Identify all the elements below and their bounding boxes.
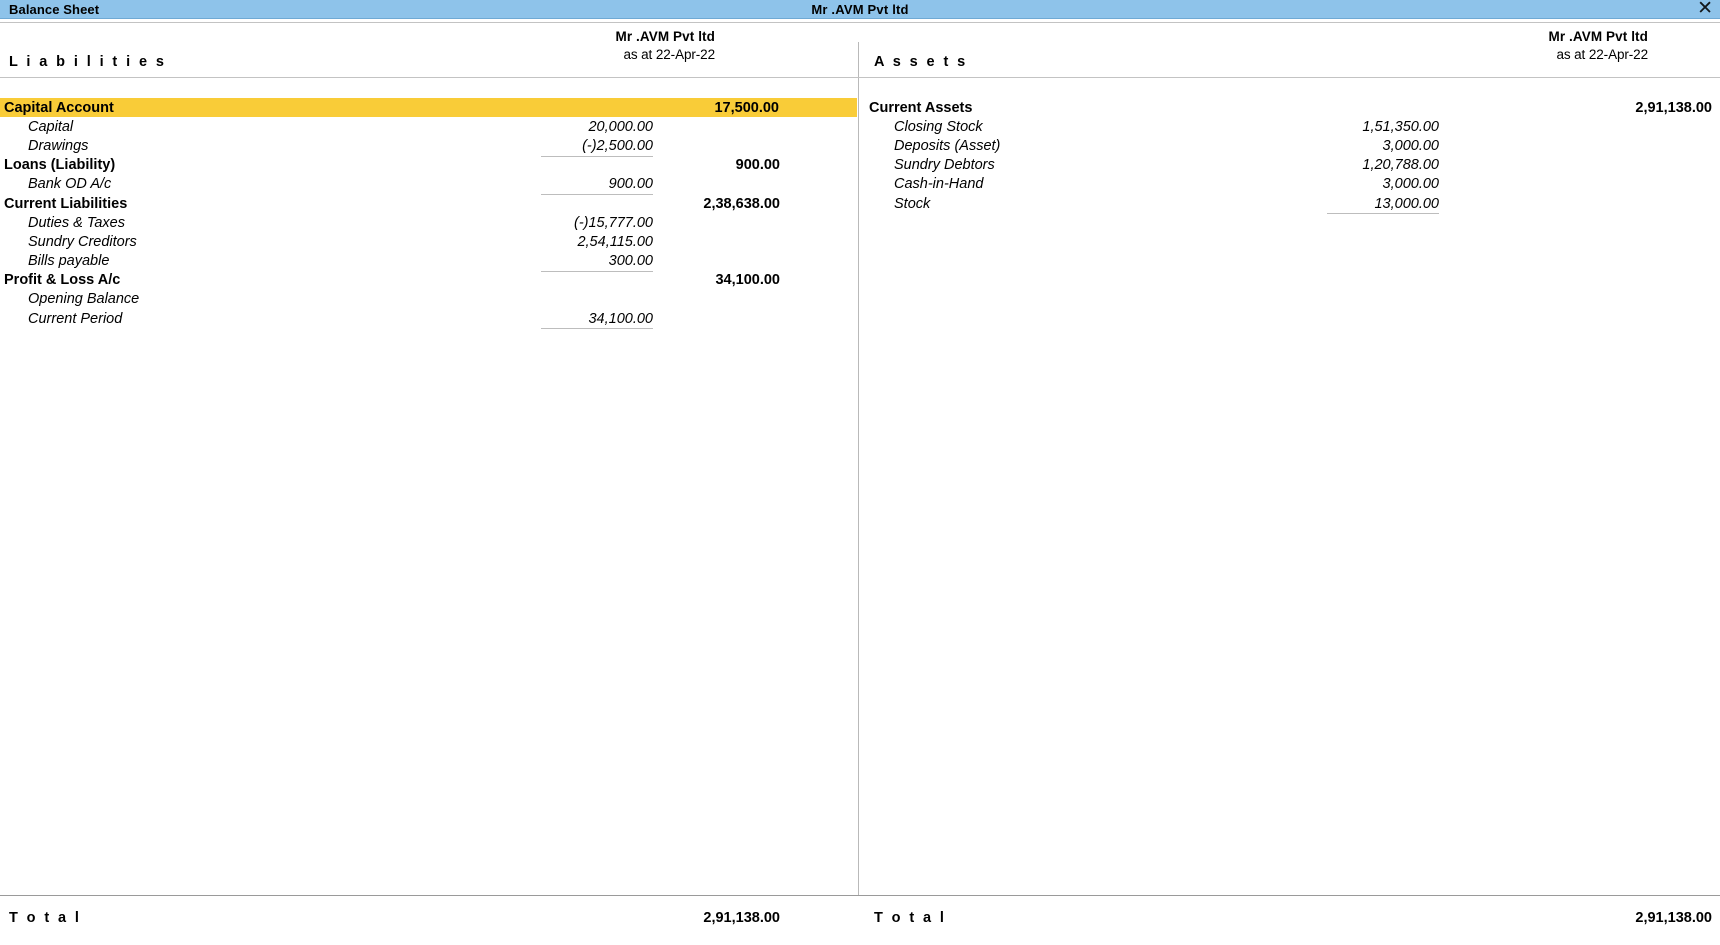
account-item-row[interactable]: Bills payable 300.00 [0, 252, 858, 272]
assets-heading: A s s e t s [874, 54, 968, 70]
account-name: Drawings [28, 137, 89, 154]
liabilities-company-name: Mr .AVM Pvt ltd [615, 29, 715, 44]
account-name: Profit & Loss A/c [4, 272, 121, 289]
window-title-bar: Balance Sheet Mr .AVM Pvt ltd ✕ [0, 0, 1720, 19]
account-name: Bank OD A/c [28, 176, 112, 193]
liabilities-as-at-date: as at 22-Apr-22 [623, 47, 715, 63]
account-group-row[interactable]: Current Assets 2,91,138.00 [858, 98, 1720, 117]
account-item-row[interactable]: Duties & Taxes (-)15,777.00 [0, 213, 858, 232]
liabilities-header-meta: Mr .AVM Pvt ltd as at 22-Apr-22 [615, 28, 715, 64]
account-name: Capital Account [4, 99, 114, 116]
account-item-row[interactable]: Current Period 34,100.00 [0, 309, 858, 330]
assets-total-label: T o t a l [874, 910, 947, 926]
assets-column: A s s e t s Mr .AVM Pvt ltd as at 22-Apr… [858, 19, 1720, 895]
account-item-row[interactable]: Opening Balance [0, 290, 858, 309]
account-item-row[interactable]: Drawings (-)2,500.00 [0, 136, 858, 157]
account-group-total: 900.00 [735, 157, 780, 174]
account-group-total: 2,91,138.00 [1635, 99, 1712, 116]
account-name: Closing Stock [894, 118, 983, 135]
totals-bar: T o t a l 2,91,138.00 T o t a l 2,91,138… [0, 895, 1720, 942]
account-name: Sundry Debtors [894, 157, 995, 174]
account-item-row[interactable]: Capital 20,000.00 [0, 117, 858, 136]
liabilities-total-cell: T o t a l 2,91,138.00 [0, 896, 858, 943]
liabilities-total-label: T o t a l [9, 910, 82, 926]
assets-as-at-date: as at 22-Apr-22 [1556, 47, 1648, 63]
account-name: Cash-in-Hand [894, 176, 984, 193]
account-name: Current Assets [869, 99, 973, 116]
assets-total-cell: T o t a l 2,91,138.00 [858, 896, 1720, 943]
liabilities-column-header: L i a b i l i t i e s Mr .AVM Pvt ltd as… [0, 22, 858, 78]
assets-row-list: Current Assets 2,91,138.00 Closing Stock 1,… [858, 78, 1720, 215]
account-item-row[interactable]: Closing Stock 1,51,350.00 [858, 117, 1720, 136]
account-name: Stock [894, 195, 931, 212]
account-name: Capital [28, 118, 74, 135]
account-amount: (-)2,500.00 [582, 137, 653, 154]
account-amount: 300.00 [608, 253, 653, 270]
company-title: Mr .AVM Pvt ltd [811, 1, 909, 17]
account-group-row[interactable]: Current Liabilities 2,38,638.00 [0, 194, 858, 213]
account-item-row[interactable]: Cash-in-Hand 3,000.00 [858, 175, 1720, 194]
account-amount: 13,000.00 [1374, 195, 1439, 212]
account-group-row[interactable]: Profit & Loss A/c 34,100.00 [0, 271, 858, 290]
account-name: Opening Balance [28, 291, 140, 308]
account-group-total: 17,500.00 [714, 99, 779, 116]
account-amount: 3,000.00 [1382, 176, 1439, 193]
balance-sheet-columns: L i a b i l i t i e s Mr .AVM Pvt ltd as… [0, 19, 1720, 895]
assets-column-header: A s s e t s Mr .AVM Pvt ltd as at 22-Apr… [858, 22, 1720, 78]
account-group-total: 34,100.00 [715, 272, 780, 289]
account-name: Current Liabilities [4, 195, 128, 212]
account-amount: 20,000.00 [588, 118, 653, 135]
account-amount: (-)15,777.00 [574, 214, 653, 231]
account-name: Loans (Liability) [4, 157, 116, 174]
account-amount: 900.00 [608, 176, 653, 193]
account-item-row[interactable]: Stock 13,000.00 [858, 194, 1720, 215]
account-group-total: 2,38,638.00 [703, 195, 780, 212]
account-amount: 3,000.00 [1382, 137, 1439, 154]
assets-header-meta: Mr .AVM Pvt ltd as at 22-Apr-22 [1548, 28, 1648, 64]
account-item-row[interactable]: Sundry Debtors 1,20,788.00 [858, 156, 1720, 175]
account-name: Sundry Creditors [28, 233, 137, 250]
account-amount: 2,54,115.00 [577, 233, 653, 250]
liabilities-heading: L i a b i l i t i e s [9, 54, 167, 70]
close-icon[interactable]: ✕ [1697, 0, 1713, 18]
liabilities-column: L i a b i l i t i e s Mr .AVM Pvt ltd as… [0, 19, 858, 895]
account-group-row[interactable]: Capital Account 17,500.00 [0, 98, 857, 118]
liabilities-row-list: Capital Account 17,500.00 Capital 20,000.00… [0, 78, 858, 330]
account-amount: 1,51,350.00 [1362, 118, 1439, 135]
liabilities-total-value: 2,91,138.00 [703, 910, 780, 926]
account-name: Bills payable [28, 253, 110, 270]
account-item-row[interactable]: Deposits (Asset) 3,000.00 [858, 136, 1720, 155]
assets-company-name: Mr .AVM Pvt ltd [1548, 29, 1648, 44]
balance-sheet-body: L i a b i l i t i e s Mr .AVM Pvt ltd as… [0, 19, 1720, 945]
account-name: Current Period [28, 310, 123, 327]
account-group-row[interactable]: Loans (Liability) 900.00 [0, 156, 858, 175]
assets-total-value: 2,91,138.00 [1635, 910, 1712, 926]
account-name: Deposits (Asset) [894, 137, 1001, 154]
account-name: Duties & Taxes [28, 214, 125, 231]
account-amount: 1,20,788.00 [1362, 157, 1439, 174]
account-item-row[interactable]: Bank OD A/c 900.00 [0, 175, 858, 196]
account-item-row[interactable]: Sundry Creditors 2,54,115.00 [0, 232, 858, 251]
account-amount: 34,100.00 [588, 310, 653, 327]
